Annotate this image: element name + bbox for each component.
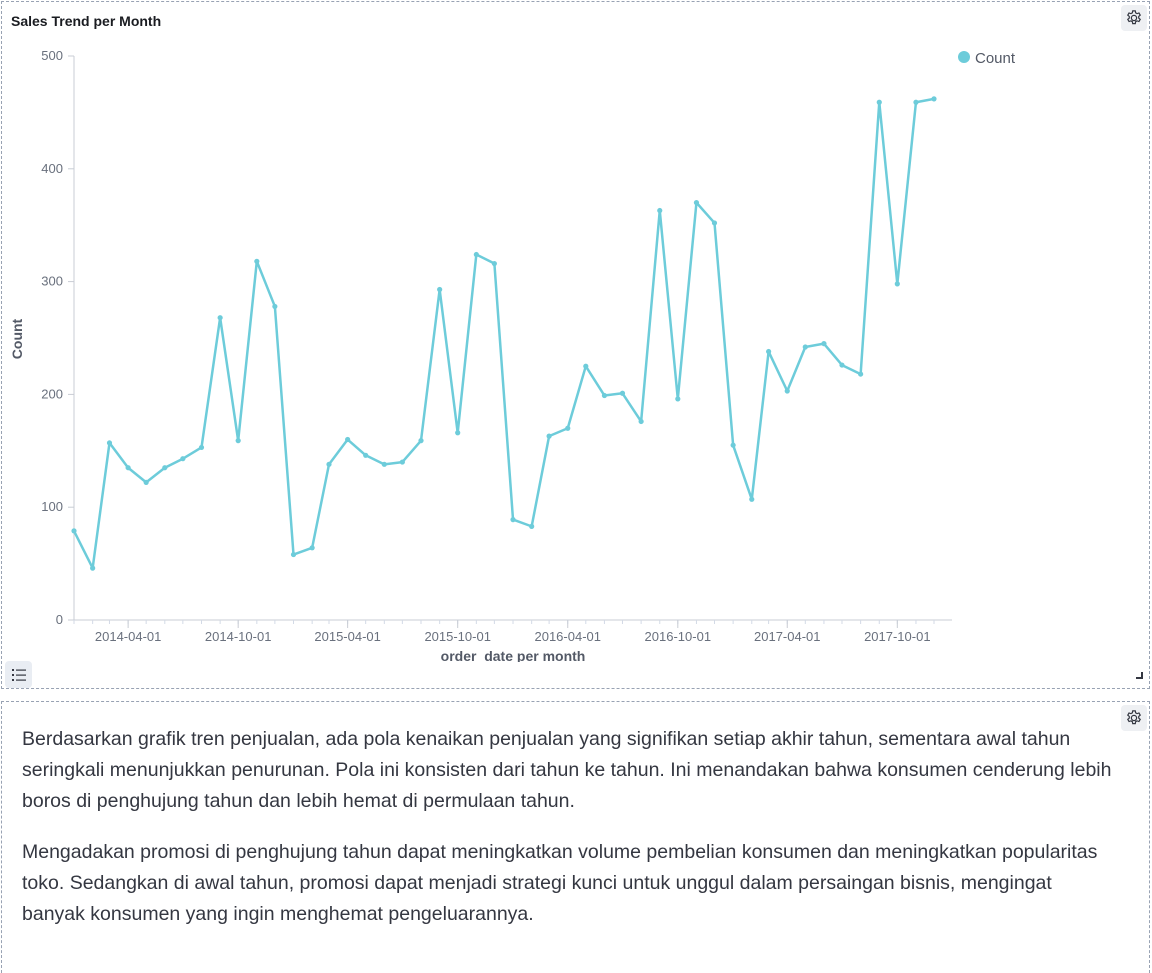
data-point[interactable] (931, 96, 937, 102)
paragraph: Mengadakan promosi di penghujung tahun d… (22, 841, 1098, 925)
data-point[interactable] (254, 258, 260, 264)
data-point[interactable] (546, 433, 552, 439)
data-point[interactable] (675, 396, 681, 402)
data-point[interactable] (473, 251, 479, 258)
series-line-count (72, 97, 935, 570)
x-tick-label: 2014-10-01 (205, 629, 272, 644)
y-tick-label: 300 (41, 274, 63, 289)
data-point[interactable] (766, 348, 772, 355)
line-chart: 0 100 200 300 400 500 2014-04-01 2014-10-01 2015… (9, 48, 1016, 662)
data-point[interactable] (802, 344, 808, 350)
data-point[interactable] (309, 545, 315, 551)
data-point[interactable] (217, 315, 223, 321)
data-point[interactable] (162, 465, 168, 471)
data-point[interactable] (876, 99, 882, 105)
data-point[interactable] (529, 523, 535, 529)
markdown-text: Berdasarkan grafik tren penjualan, ada p… (22, 724, 1112, 950)
data-point[interactable] (180, 456, 186, 462)
data-point[interactable] (583, 363, 589, 369)
data-point[interactable] (381, 461, 387, 467)
x-tick-label: 2017-10-01 (864, 629, 931, 644)
data-point[interactable] (858, 371, 864, 377)
data-point[interactable] (565, 425, 571, 431)
data-point[interactable] (106, 440, 113, 446)
data-point[interactable] (290, 551, 297, 558)
data-point[interactable] (418, 438, 424, 444)
data-point[interactable] (730, 442, 736, 448)
data-point[interactable] (711, 220, 718, 226)
data-point[interactable] (235, 438, 241, 444)
x-tick-label: 2017-04-01 (754, 629, 821, 644)
gear-icon (1127, 710, 1141, 725)
y-tick-label: 0 (56, 612, 63, 627)
data-point[interactable] (455, 430, 461, 436)
y-tick-label: 100 (41, 499, 63, 514)
data-point[interactable] (784, 388, 790, 394)
data-point[interactable] (90, 565, 96, 571)
data-point[interactable] (749, 496, 755, 502)
resize-handle-icon[interactable] (1136, 672, 1143, 679)
list-icon (11, 668, 26, 681)
data-point[interactable] (125, 465, 131, 471)
data-point[interactable] (619, 390, 626, 396)
data-point[interactable] (657, 207, 663, 214)
legend-label[interactable]: Count (975, 50, 1016, 67)
data-point[interactable] (345, 436, 351, 443)
data-point[interactable] (272, 303, 278, 310)
data-point[interactable] (894, 281, 900, 287)
data-point[interactable] (198, 444, 205, 451)
y-axis-title: Count (9, 318, 25, 359)
data-point[interactable] (510, 517, 516, 523)
data-point[interactable] (326, 461, 332, 467)
data-point[interactable] (601, 392, 608, 399)
data-point[interactable] (491, 260, 497, 267)
data-point[interactable] (693, 200, 700, 206)
x-tick-label: 2016-04-01 (534, 629, 601, 644)
paragraph: Berdasarkan grafik tren penjualan, ada p… (22, 728, 1112, 812)
x-tick-label: 2014-04-01 (95, 629, 162, 644)
x-tick-label: 2015-10-01 (424, 629, 491, 644)
data-point[interactable] (437, 286, 443, 293)
y-tick-label: 500 (41, 48, 63, 63)
chart-panel: Sales Trend per Month 0 100 200 300 400 500 20… (1, 1, 1150, 689)
data-point[interactable] (638, 418, 644, 425)
data-point[interactable] (839, 362, 845, 368)
data-point[interactable] (363, 452, 369, 458)
panel-options-button[interactable] (1121, 705, 1147, 731)
data-point[interactable] (821, 341, 827, 347)
legend-swatch[interactable] (958, 51, 970, 63)
data-point[interactable] (399, 459, 405, 465)
y-tick-label: 400 (41, 161, 63, 176)
data-point[interactable] (913, 99, 919, 105)
data-point[interactable] (143, 479, 149, 485)
y-tick-label: 200 (41, 386, 63, 401)
x-tick-label: 2015-04-01 (314, 629, 381, 644)
x-tick-label: 2016-10-01 (645, 629, 712, 644)
markdown-panel: Berdasarkan grafik tren penjualan, ada p… (1, 701, 1150, 973)
data-point[interactable] (71, 528, 77, 534)
legend-toggle-button[interactable] (5, 661, 32, 688)
x-axis-title: order_date per month (441, 648, 586, 662)
